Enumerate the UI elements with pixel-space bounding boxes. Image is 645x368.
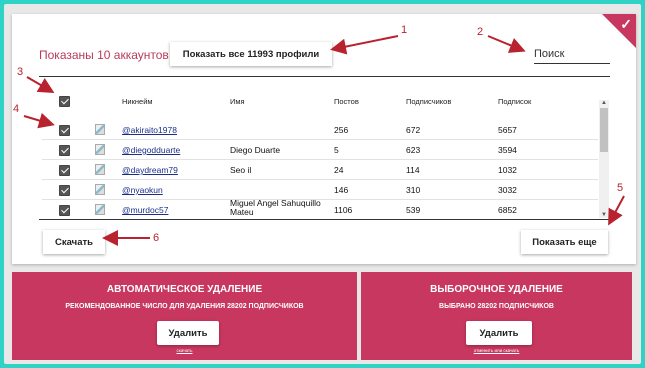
table-row: @daydream79 Seo il 24 114 1032 (42, 160, 598, 180)
auto-delete-title: АВТОМАТИЧЕСКОЕ УДАЛЕНИЕ (106, 284, 263, 295)
row-checkbox[interactable] (59, 165, 70, 176)
arrow-up-icon[interactable]: ▲ (601, 100, 607, 106)
corner-checkmark-icon: ✓ (620, 16, 632, 32)
auto-delete-subtitle: РЕКОМЕНДОВАННОЕ ЧИСЛО ДЛЯ УДАЛЕНИЯ 28202… (65, 303, 304, 310)
selective-delete-title: ВЫБОРОЧНОЕ УДАЛЕНИЕ (430, 284, 563, 295)
table-row: @akiraito1978 256 672 5657 (42, 120, 598, 140)
annotation-number: 5 (617, 182, 624, 194)
column-header-posts: Постов (334, 97, 359, 106)
table-bottom-divider (39, 219, 610, 220)
annotation-number: 4 (13, 103, 20, 115)
download-button[interactable]: Скачать (43, 230, 105, 254)
row-posts: 1106 (334, 205, 353, 215)
arrow-down-icon[interactable]: ▼ (601, 212, 607, 218)
row-following: 3594 (498, 145, 517, 155)
table-row: @nyaokun 146 310 3032 (42, 180, 598, 200)
column-header-name: Имя (230, 97, 245, 106)
row-checkbox[interactable] (59, 145, 70, 156)
auto-delete-panel: АВТОМАТИЧЕСКОЕ УДАЛЕНИЕ РЕКОМЕНДОВАННОЕ … (12, 272, 357, 360)
scrollbar-thumb[interactable] (600, 108, 608, 152)
row-following: 1032 (498, 165, 517, 175)
row-posts: 146 (334, 185, 349, 195)
row-posts: 256 (334, 125, 349, 135)
annotation-number: 3 (17, 66, 24, 78)
row-nickname-link[interactable]: @daydream79 (122, 165, 178, 175)
selective-delete-button[interactable]: Удалить (466, 321, 532, 345)
broken-image-icon (95, 144, 105, 155)
broken-image-icon (95, 184, 105, 195)
broken-image-icon (95, 204, 105, 215)
table-row: @murdoc57 Miguel Angel Sahuquillo Mateu … (42, 199, 598, 220)
column-header-followers: Подписчиков (406, 97, 452, 106)
row-nickname-link[interactable]: @akiraito1978 (122, 125, 177, 135)
table-top-divider (39, 76, 610, 77)
row-posts: 24 (334, 165, 344, 175)
row-posts: 5 (334, 145, 339, 155)
row-followers: 114 (406, 165, 420, 175)
selective-delete-subtitle: ВЫБРАНО 28202 ПОДПИСЧИКОВ (439, 303, 554, 310)
show-all-profiles-button[interactable]: Показать все 11993 профили (170, 42, 332, 66)
annotation-number: 1 (401, 24, 408, 36)
row-checkbox[interactable] (59, 125, 70, 136)
column-header-following: Подписок (498, 97, 532, 106)
annotation-number: 6 (153, 232, 160, 244)
table-row: @diegodduarte Diego Duarte 5 623 3594 (42, 140, 598, 160)
row-checkbox[interactable] (59, 185, 70, 196)
shown-accounts-count: Показаны 10 аккаунтов (39, 48, 169, 62)
row-name: Miguel Angel Sahuquillo Mateu (230, 199, 321, 217)
annotation-number: 2 (477, 26, 484, 38)
row-followers: 310 (406, 185, 421, 195)
row-name: Seo il (230, 165, 252, 175)
search-input[interactable] (534, 44, 610, 64)
row-followers: 672 (406, 125, 421, 135)
app-frame: ✓ Показаны 10 аккаунтов Показать все 119… (4, 4, 641, 364)
broken-image-icon (95, 164, 105, 175)
row-following: 5657 (498, 125, 517, 135)
row-nickname-link[interactable]: @nyaokun (122, 185, 163, 195)
auto-download-link[interactable]: скачать (12, 348, 357, 353)
row-followers: 539 (406, 205, 421, 215)
selective-delete-panel: ВЫБОРОЧНОЕ УДАЛЕНИЕ ВЫБРАНО 28202 ПОДПИС… (361, 272, 632, 360)
row-name: Diego Duarte (230, 145, 281, 155)
row-checkbox[interactable] (59, 205, 70, 216)
row-following: 3032 (498, 185, 517, 195)
select-all-checkbox[interactable] (59, 96, 70, 107)
row-nickname-link[interactable]: @murdoc57 (122, 205, 168, 215)
broken-image-icon (95, 124, 105, 135)
accounts-card: ✓ Показаны 10 аккаунтов Показать все 119… (12, 14, 636, 264)
auto-delete-button[interactable]: Удалить (157, 321, 219, 345)
row-nickname-link[interactable]: @diegodduarte (122, 145, 180, 155)
row-followers: 623 (406, 145, 421, 155)
selective-cancel-download-link[interactable]: отменить или скачать (361, 348, 632, 353)
column-header-nickname: Никнейм (122, 97, 153, 106)
row-following: 6852 (498, 205, 517, 215)
show-more-button[interactable]: Показать еще (521, 230, 608, 254)
table-scrollbar[interactable]: ▲ ▼ (599, 100, 609, 218)
